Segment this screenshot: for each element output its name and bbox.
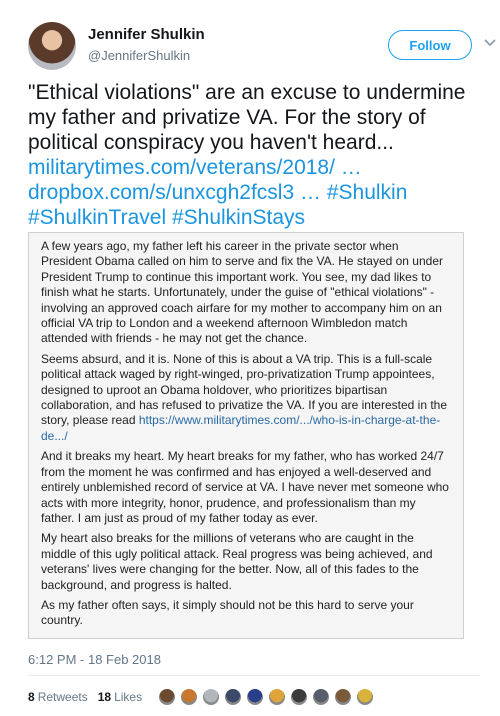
hashtag-shulkin[interactable]: #Shulkin [327,181,408,204]
retweets-stat[interactable]: 8 Retweets [28,690,88,704]
liker-avatar[interactable] [312,688,331,706]
chevron-down-icon[interactable] [483,36,497,50]
statement-paragraph: A few years ago, my father left his care… [41,239,443,346]
liker-avatar[interactable] [180,688,199,706]
tweet-header: Jennifer Shulkin @JenniferShulkin Follow [28,22,496,72]
statement-paragraph: My heart also breaks for the millions of… [41,531,433,592]
hashtag-shulkinstays[interactable]: #ShulkinStays [172,206,305,229]
tweet-card: Jennifer Shulkin @JenniferShulkin Follow… [0,0,500,716]
liker-avatars [158,688,378,706]
liker-avatar[interactable] [246,688,265,706]
statement-paragraph: And it breaks my heart. My heart breaks … [41,449,449,525]
liker-avatar[interactable] [158,688,177,706]
tweet-link-militarytimes[interactable]: militarytimes.com/veterans/2018/ … [28,156,362,179]
tweet-text: "Ethical violations" are an excuse to un… [28,80,478,230]
user-handle[interactable]: @JenniferShulkin [88,48,190,63]
tweet-timestamp[interactable]: 6:12 PM - 18 Feb 2018 [28,652,161,667]
liker-avatar[interactable] [268,688,287,706]
liker-avatar[interactable] [356,688,375,706]
statement-paragraph: Seems absurd, and it is. None of this is… [41,352,451,444]
retweets-label: Retweets [37,690,88,704]
likes-label: Likes [114,690,143,704]
tweet-body: "Ethical violations" are an excuse to un… [28,81,466,154]
attached-statement-image[interactable]: A few years ago, my father left his care… [28,232,464,639]
retweets-count: 8 [28,690,35,704]
tweet-stats: 8 Retweets 18 Likes [28,685,378,709]
liker-avatar[interactable] [334,688,353,706]
tweet-link-dropbox[interactable]: dropbox.com/s/unxcgh2fcsl3 … [28,181,321,204]
hashtag-shulkintravel[interactable]: #ShulkinTravel [28,206,166,229]
liker-avatar[interactable] [224,688,243,706]
liker-avatar[interactable] [202,688,221,706]
avatar[interactable] [28,22,76,70]
user-name[interactable]: Jennifer Shulkin [88,26,205,43]
likes-stat[interactable]: 18 Likes [98,690,142,704]
likes-count: 18 [97,690,112,704]
follow-button[interactable]: Follow [388,30,472,60]
divider [28,675,480,676]
liker-avatar[interactable] [290,688,309,706]
statement-paragraph: As my father often says, it simply shoul… [41,597,414,628]
